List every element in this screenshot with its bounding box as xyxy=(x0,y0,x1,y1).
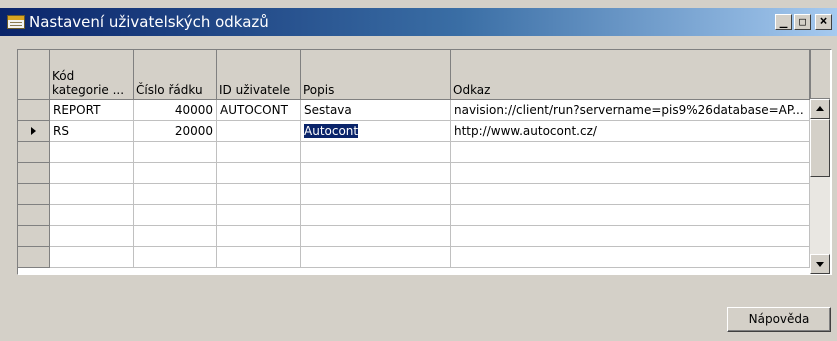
row-selector[interactable] xyxy=(18,142,50,163)
empty-row[interactable] xyxy=(18,226,810,247)
empty-row[interactable] xyxy=(18,184,810,205)
cell[interactable] xyxy=(134,142,217,163)
empty-row[interactable] xyxy=(18,205,810,226)
table-row[interactable]: REPORT 40000 AUTOCONT Sestava navision:/… xyxy=(18,100,810,121)
cell[interactable] xyxy=(217,205,301,226)
cell[interactable] xyxy=(451,184,810,205)
empty-row[interactable] xyxy=(18,142,810,163)
cell[interactable] xyxy=(217,163,301,184)
row-selector[interactable] xyxy=(18,205,50,226)
table-icon xyxy=(7,15,25,29)
column-header-odkaz[interactable]: Odkaz xyxy=(451,50,810,100)
cell[interactable] xyxy=(50,163,134,184)
cell[interactable] xyxy=(50,226,134,247)
window: Nastavení uživatelských odkazů _ □ × Kód… xyxy=(0,0,837,341)
vertical-scrollbar[interactable] xyxy=(810,99,830,274)
close-button[interactable]: × xyxy=(815,14,832,30)
current-row-marker-icon xyxy=(31,127,36,135)
cell[interactable] xyxy=(50,247,134,268)
cell[interactable] xyxy=(301,184,451,205)
scroll-thumb[interactable] xyxy=(810,119,830,177)
cell-kod[interactable]: REPORT xyxy=(50,100,134,121)
cell-odkaz[interactable]: http://www.autocont.cz/ xyxy=(451,121,810,142)
row-selector[interactable] xyxy=(18,184,50,205)
top-strip xyxy=(0,0,837,8)
cell[interactable] xyxy=(301,205,451,226)
table-header: Kód kategorie ... Číslo řádku ID uživate… xyxy=(18,50,810,100)
cell[interactable] xyxy=(134,226,217,247)
cell[interactable] xyxy=(134,205,217,226)
cell[interactable] xyxy=(217,226,301,247)
help-button[interactable]: Nápověda xyxy=(727,307,831,332)
arrow-up-icon xyxy=(816,106,824,111)
cell-cislo[interactable]: 20000 xyxy=(134,121,217,142)
column-header-id[interactable]: ID uživatele xyxy=(217,50,301,100)
cell[interactable] xyxy=(301,247,451,268)
scroll-down-button[interactable] xyxy=(810,254,830,274)
cell-popis-selected[interactable]: Autocont xyxy=(301,121,451,142)
cell-cislo[interactable]: 40000 xyxy=(134,100,217,121)
cell[interactable] xyxy=(134,247,217,268)
cell[interactable] xyxy=(217,184,301,205)
column-header-popis[interactable]: Popis xyxy=(301,50,451,100)
cell[interactable] xyxy=(50,142,134,163)
cell[interactable] xyxy=(50,184,134,205)
row-selector[interactable] xyxy=(18,247,50,268)
empty-row[interactable] xyxy=(18,247,810,268)
column-header-kod[interactable]: Kód kategorie ... xyxy=(50,50,134,100)
row-selector[interactable] xyxy=(18,100,50,121)
cell[interactable] xyxy=(451,226,810,247)
column-header-cislo[interactable]: Číslo řádku xyxy=(134,50,217,100)
window-title: Nastavení uživatelských odkazů xyxy=(29,13,269,31)
cell-odkaz[interactable]: navision://client/run?servername=pis9%26… xyxy=(451,100,810,121)
cell[interactable] xyxy=(134,163,217,184)
arrow-down-icon xyxy=(816,262,824,267)
cell[interactable] xyxy=(451,163,810,184)
cell[interactable] xyxy=(451,247,810,268)
cell-kod[interactable]: RS xyxy=(50,121,134,142)
empty-row[interactable] xyxy=(18,163,810,184)
links-table: Kód kategorie ... Číslo řádku ID uživate… xyxy=(17,49,832,275)
table-row[interactable]: RS 20000 Autocont http://www.autocont.cz… xyxy=(18,121,810,142)
title-bar[interactable]: Nastavení uživatelských odkazů _ □ × xyxy=(0,8,837,36)
cell[interactable] xyxy=(301,226,451,247)
scroll-up-button[interactable] xyxy=(810,99,830,119)
header-corner[interactable] xyxy=(18,50,50,100)
cell-popis[interactable]: Sestava xyxy=(301,100,451,121)
cell[interactable] xyxy=(451,142,810,163)
row-selector[interactable] xyxy=(18,163,50,184)
cell[interactable] xyxy=(217,142,301,163)
cell-id[interactable]: AUTOCONT xyxy=(217,100,301,121)
scrollbar-header-cap xyxy=(810,50,830,99)
minimize-button[interactable]: _ xyxy=(775,14,792,30)
maximize-button[interactable]: □ xyxy=(794,14,811,30)
cell[interactable] xyxy=(134,184,217,205)
row-selector[interactable] xyxy=(18,121,50,142)
cell[interactable] xyxy=(301,142,451,163)
cell[interactable] xyxy=(217,247,301,268)
cell[interactable] xyxy=(301,163,451,184)
selected-text: Autocont xyxy=(304,124,359,138)
cell[interactable] xyxy=(50,205,134,226)
cell-id[interactable] xyxy=(217,121,301,142)
cell[interactable] xyxy=(451,205,810,226)
row-selector[interactable] xyxy=(18,226,50,247)
